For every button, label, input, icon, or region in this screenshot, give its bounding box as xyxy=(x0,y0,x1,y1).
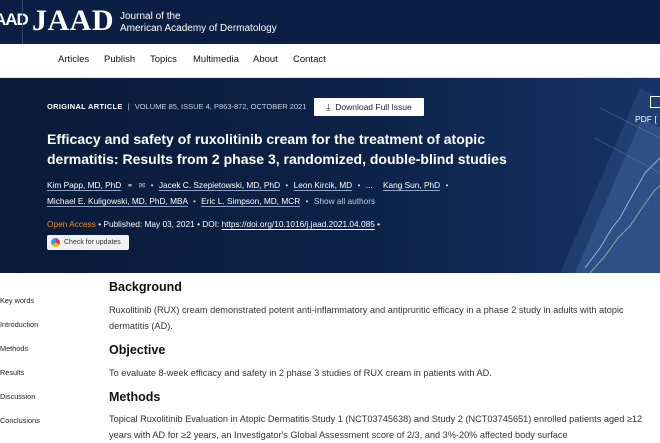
pdf-link[interactable]: PDF [ xyxy=(635,114,657,124)
outline-conclusions[interactable]: Conclusions xyxy=(0,416,40,425)
article-title: Efficacy and safety of ruxolitinib cream… xyxy=(47,131,507,167)
author-link[interactable]: Kim Papp, MD, PhD xyxy=(47,180,121,190)
author-separator: • xyxy=(445,180,449,190)
show-all-authors-link[interactable]: Show all authors xyxy=(314,196,375,206)
nav-contact[interactable]: Contact xyxy=(293,54,326,65)
check-for-updates-button[interactable]: Check for updates xyxy=(47,235,129,250)
author-link[interactable]: Leon Kircik, MD xyxy=(294,180,353,190)
nav-publish[interactable]: Publish xyxy=(104,54,135,65)
main-nav: Articles Publish Topics Multimedia About… xyxy=(0,44,660,78)
info-separator: • xyxy=(197,219,200,229)
outline-results[interactable]: Results xyxy=(0,368,24,377)
pdf-icon[interactable] xyxy=(650,96,660,108)
author-link[interactable]: Michael E. Kuligowski, MD, PhD, MBA xyxy=(47,196,188,206)
outline-introduction[interactable]: Introduction xyxy=(0,320,38,329)
nav-multimedia[interactable]: Multimedia xyxy=(193,54,239,65)
doi-prefix: DOI: xyxy=(202,219,220,229)
methods-heading: Methods xyxy=(109,390,161,404)
publication-info: Open Access • Published: May 03, 2021 • … xyxy=(47,219,380,229)
crossmark-icon xyxy=(51,238,60,247)
background-text: Ruxolitinib (RUX) cream demonstrated pot… xyxy=(109,305,624,331)
methods-text: Topical Ruxolitinib Evaluation in Atopic… xyxy=(109,414,643,440)
author-separator: • xyxy=(305,196,309,206)
jaad-logo[interactable]: JAAD xyxy=(32,4,114,38)
objective-heading: Objective xyxy=(109,343,166,357)
author-separator: • xyxy=(357,180,361,190)
download-label: Download Full Issue xyxy=(335,102,412,112)
aad-logo-fragment[interactable]: AAD xyxy=(0,10,29,30)
journal-full-name: Journal of the American Academy of Derma… xyxy=(120,11,277,35)
published-date: Published: May 03, 2021 xyxy=(103,219,195,229)
brand-header: AAD JAAD Journal of the American Academy… xyxy=(0,0,660,44)
volume-link[interactable]: VOLUME 85, ISSUE 4, P863-872, OCTOBER 20… xyxy=(135,102,307,111)
download-icon: ⤓ xyxy=(326,101,331,112)
open-access-badge: Open Access xyxy=(47,219,96,229)
author-separator: • xyxy=(285,180,289,190)
journal-name-line2: American Academy of Dermatology xyxy=(120,23,277,34)
author-separator: • xyxy=(150,180,154,190)
article-meta: ORIGINAL ARTICLE | VOLUME 85, ISSUE 4, P… xyxy=(47,102,306,111)
authors-row-2: Michael E. Kuligowski, MD, PhD, MBA • Er… xyxy=(47,196,375,206)
background-heading: Background xyxy=(109,280,182,294)
doi-link[interactable]: https://doi.org/10.1016/j.jaad.2021.04.0… xyxy=(222,219,375,229)
author-link[interactable]: Eric L. Simpson, MD, MCR xyxy=(201,196,300,206)
outline-discussion[interactable]: Discussion xyxy=(0,392,35,401)
person-icon[interactable]: ⚭ xyxy=(127,181,134,190)
brand-divider xyxy=(22,0,23,44)
check-updates-label: Check for updates xyxy=(64,239,121,246)
journal-name-line1: Journal of the xyxy=(120,11,181,22)
author-separator: • xyxy=(192,196,196,206)
nav-topics[interactable]: Topics xyxy=(150,54,177,65)
authors-ellipsis: ... xyxy=(365,180,373,190)
nav-articles[interactable]: Articles xyxy=(58,54,89,65)
objective-text: To evaluate 8-week efficacy and safety i… xyxy=(109,368,492,378)
info-separator: • xyxy=(98,219,102,229)
outline-key-words[interactable]: Key words xyxy=(0,296,34,305)
download-full-issue-button[interactable]: ⤓ Download Full Issue xyxy=(314,98,424,116)
article-type: ORIGINAL ARTICLE xyxy=(47,102,123,111)
email-icon[interactable]: ✉ xyxy=(139,181,146,190)
author-link[interactable]: Jacek C. Szepietowski, MD, PhD xyxy=(159,180,280,190)
outline-methods[interactable]: Methods xyxy=(0,344,28,353)
article-hero: PDF [ ORIGINAL ARTICLE | VOLUME 85, ISSU… xyxy=(0,78,660,273)
meta-separator: | xyxy=(127,102,130,111)
author-link[interactable]: Kang Sun, PhD xyxy=(383,180,440,190)
authors-row-1: Kim Papp, MD, PhD ⚭ ✉ • Jacek C. Szepiet… xyxy=(47,180,451,190)
info-separator: • xyxy=(377,219,381,229)
nav-about[interactable]: About xyxy=(253,54,278,65)
